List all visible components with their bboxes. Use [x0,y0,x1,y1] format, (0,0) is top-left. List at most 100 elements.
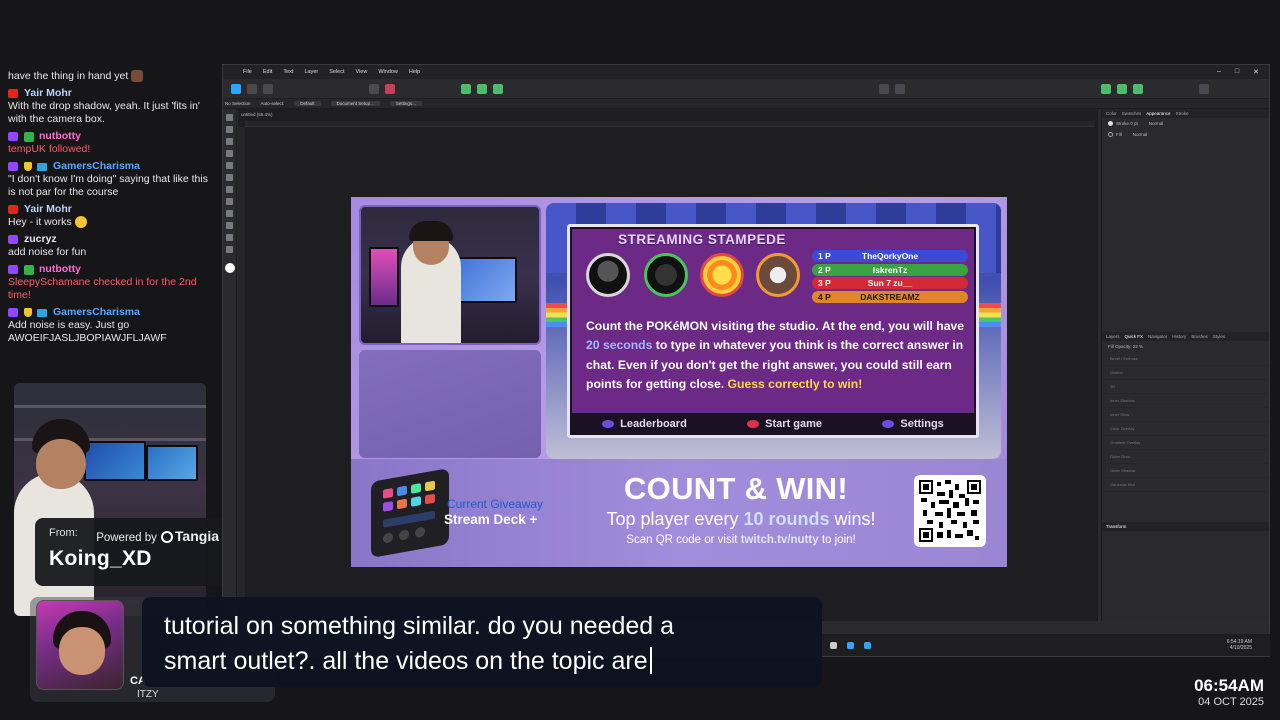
fx-row[interactable]: Color Overlay [1102,422,1269,436]
camera-frame [359,205,541,345]
tab-history[interactable]: History [1172,334,1186,339]
autoselect-dropdown[interactable]: Default [294,101,321,106]
export-persona-icon[interactable] [263,83,273,94]
app-icon[interactable] [847,641,854,649]
leaderboard-button: Leaderboard [602,418,687,430]
shape-tool-icon[interactable] [226,198,233,205]
tray-clock[interactable]: 6:54:19 AM 4/10/2025 [1227,639,1252,651]
mode-icon[interactable] [1101,83,1111,94]
studio-panels: Color Swatches Appearance Stroke Stroke … [1101,109,1269,621]
menu-window[interactable]: Window [378,69,398,75]
hand-tool-icon[interactable] [226,234,233,241]
stroke-row[interactable]: Stroke 0 pt Normal [1102,118,1269,129]
fill-label: Fill [1116,132,1122,137]
snap-icon[interactable] [369,83,379,94]
fx-opacity[interactable]: Fill Opacity: 22 % [1102,341,1269,352]
settings-button[interactable]: Settings... [389,101,422,106]
game-instructions: Count the POKéMON visiting the studio. A… [586,317,966,394]
arrange-icon[interactable] [879,83,889,94]
subtitle-text: Top player every [606,509,744,529]
mode-icon[interactable] [1117,83,1127,94]
user-icon[interactable] [1199,83,1209,94]
giveaway-item: Stream Deck + [444,512,538,527]
fx-row[interactable]: Outer Glow [1102,450,1269,464]
rainbow-stripe [546,303,568,327]
menu-select[interactable]: Select [329,69,344,75]
maximize-icon[interactable]: □ [1235,68,1239,76]
brush-tool-icon[interactable] [226,174,233,181]
clock-time: 06:54AM [1194,676,1264,695]
chat-message: Yair Mohr Hey - it works [8,203,216,229]
menu-edit[interactable]: Edit [263,69,272,75]
toolbar [223,79,1269,99]
fill-row[interactable]: Fill Normal [1102,129,1269,140]
move-tool-icon[interactable] [226,114,233,121]
fx-row[interactable]: Inner Glow [1102,408,1269,422]
deck-strip [383,510,435,528]
menu-view[interactable]: View [356,69,368,75]
chat-message: nutbotty SleepySchamane checked in for t… [8,263,216,302]
align-icon[interactable] [461,83,471,94]
text-tool-icon[interactable] [226,210,233,217]
tab-quick-fx[interactable]: Quick FX [1125,334,1144,339]
fx-row[interactable]: Outer Shadow [1102,464,1269,478]
deck-key [397,485,407,497]
subscriber-icon [37,162,47,171]
tab-color[interactable]: Color [1106,111,1117,116]
pen-tool-icon[interactable] [226,150,233,157]
emote-icon [131,70,144,83]
menu-help[interactable]: Help [409,69,420,75]
document-tab[interactable]: untitled (55.4%) [241,112,273,117]
fx-row[interactable]: 3D [1102,380,1269,394]
giveaway-label: Current Giveaway [447,497,544,511]
fill-tool-icon[interactable] [226,186,233,193]
fx-row[interactable]: Gaussian Blur [1102,478,1269,492]
instructions-cta: Guess correctly to win! [727,376,863,391]
crop-tool-icon[interactable] [226,138,233,145]
tab-navigator[interactable]: Navigator [1148,334,1167,339]
target-icon[interactable] [385,83,395,94]
menu-file[interactable]: File [243,69,252,75]
controller-button-icon [882,419,895,428]
fx-row[interactable]: Bevel / Emboss [1102,352,1269,366]
tab-swatches[interactable]: Swatches [1122,111,1142,116]
tab-stroke[interactable]: Stroke [1176,111,1189,116]
menu-layer[interactable]: Layer [304,69,318,75]
align-icon[interactable] [493,83,503,94]
context-toolbar: No Selection Auto-select: Default Docume… [223,99,1269,109]
close-icon[interactable]: ✕ [1253,68,1259,76]
pixel-persona-icon[interactable] [247,83,257,94]
tab-layers[interactable]: Layers [1106,334,1120,339]
minimize-icon[interactable]: – [1217,68,1221,76]
deck-dial [399,529,409,541]
deck-dial [383,531,393,544]
node-tool-icon[interactable] [226,126,233,133]
scan-text: to join! [818,534,856,546]
color-picker-icon[interactable] [226,246,233,253]
color-swatch[interactable] [224,263,235,273]
tab-appearance[interactable]: Appearance [1146,111,1170,116]
document-setup-button[interactable]: Document Setup... [330,101,380,106]
chat-message: GamersCharisma Add noise is easy. Just g… [8,306,216,345]
stream-clock: 06:54AM 04 OCT 2025 [1194,676,1264,708]
boolean-icon[interactable] [895,83,905,94]
tab-transform[interactable]: Transform [1106,524,1126,529]
menu-text[interactable]: Text [283,69,293,75]
deck-key [411,496,421,507]
giveaway-banner: Current Giveaway Stream Deck + COUNT & W… [351,459,1007,567]
app-icon[interactable] [830,641,837,649]
player-name: Sun 7 zu__ [867,278,913,288]
twitch-icon [8,308,18,317]
zoom-tool-icon[interactable] [226,222,233,229]
mode-icon[interactable] [1133,83,1143,94]
fx-row[interactable]: Outline [1102,366,1269,380]
pencil-tool-icon[interactable] [226,162,233,169]
fx-row[interactable]: Gradient Overlay [1102,436,1269,450]
tab-styles[interactable]: Styles [1213,334,1225,339]
tab-brushes[interactable]: Brushes [1191,334,1208,339]
app-icon[interactable] [864,641,871,649]
align-icon[interactable] [477,83,487,94]
persona-icon[interactable] [231,83,241,94]
fx-row[interactable]: Inner Shadow [1102,394,1269,408]
chat-text: With the drop shadow, yeah. It just 'fit… [8,100,200,125]
